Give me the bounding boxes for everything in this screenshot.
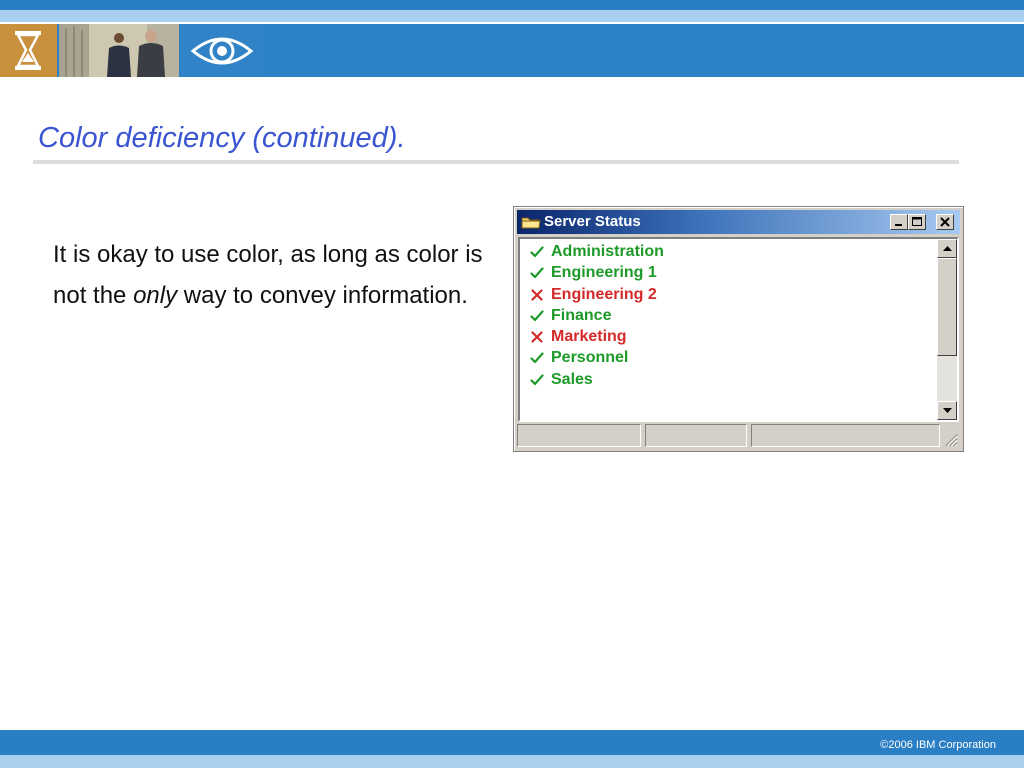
status-bar xyxy=(517,424,960,448)
header-top-stripe xyxy=(0,0,1024,10)
business-people-photo xyxy=(59,24,179,77)
slide-title: Color deficiency (continued). xyxy=(38,122,406,154)
folder-icon xyxy=(521,217,541,229)
scroll-up-button[interactable] xyxy=(937,239,957,258)
list-item-label: Engineering 1 xyxy=(551,264,657,282)
arrow-down-icon xyxy=(943,408,952,413)
footer-stripe xyxy=(0,755,1024,768)
footer-band xyxy=(0,730,1024,755)
maximize-button[interactable] xyxy=(908,214,926,230)
scroll-down-button[interactable] xyxy=(937,401,957,420)
checkmark-icon xyxy=(530,246,544,258)
window-titlebar[interactable]: Server Status xyxy=(517,210,960,234)
checkmark-icon xyxy=(530,352,544,364)
list-item-label: Marketing xyxy=(551,328,627,346)
body-text-emphasis: only xyxy=(133,282,178,309)
arrow-up-icon xyxy=(943,246,952,251)
list-item-label: Engineering 2 xyxy=(551,285,657,303)
maximize-icon xyxy=(912,217,922,226)
close-icon xyxy=(940,217,950,227)
body-text-end: way to convey information. xyxy=(183,282,468,309)
list-item-label: Administration xyxy=(551,243,664,260)
minimize-button[interactable] xyxy=(890,214,908,230)
eye-icon xyxy=(181,24,263,77)
scroll-thumb[interactable] xyxy=(937,258,957,356)
list-item-label: Sales xyxy=(551,370,593,388)
cross-icon xyxy=(531,288,543,301)
cross-icon xyxy=(531,331,543,343)
list-item-label: Personnel xyxy=(551,349,629,367)
status-panel xyxy=(517,424,641,447)
header-light-stripe xyxy=(0,10,1024,22)
close-button[interactable] xyxy=(936,214,954,230)
server-status-window: Server Status Administration Engineering … xyxy=(513,206,964,452)
status-panel xyxy=(751,424,940,447)
server-list: Administration Engineering 1 Engineering 2… xyxy=(518,237,959,422)
checkmark-icon xyxy=(530,310,544,321)
body-text: It is okay to use color, as long as colo… xyxy=(53,234,493,316)
list-item-label: Finance xyxy=(551,306,612,324)
vertical-scrollbar[interactable] xyxy=(937,239,957,420)
hourglass-icon xyxy=(0,24,57,77)
checkmark-icon xyxy=(530,374,544,385)
window-title: Server Status xyxy=(544,213,641,230)
checkmark-icon xyxy=(530,267,544,279)
title-divider xyxy=(33,160,959,164)
status-panel xyxy=(645,424,747,447)
resize-grip-icon[interactable] xyxy=(943,432,958,447)
minimize-icon xyxy=(895,224,902,226)
copyright-text: ©2006 IBM Corporation xyxy=(880,739,996,751)
